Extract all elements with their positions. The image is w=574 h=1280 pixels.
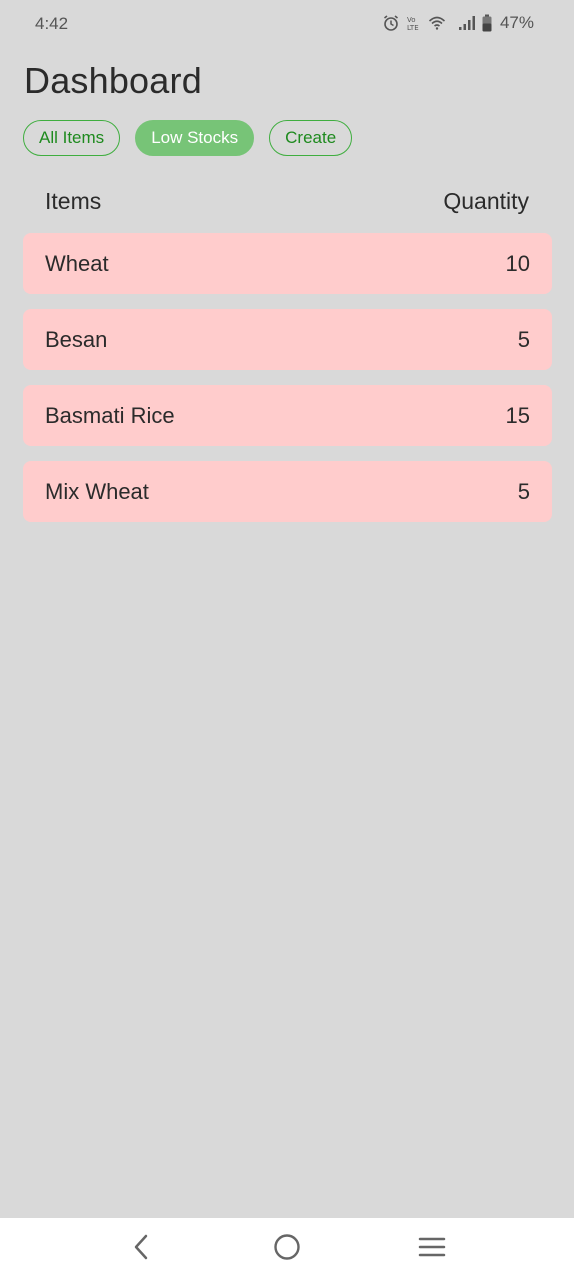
back-button[interactable] — [117, 1224, 167, 1274]
create-chip[interactable]: Create — [269, 120, 353, 156]
svg-text:LTE: LTE — [407, 24, 419, 32]
item-name: Wheat — [45, 250, 109, 276]
filter-chips: All Items Low Stocks Create — [23, 120, 353, 156]
item-quantity: 5 — [517, 326, 530, 352]
alarm-icon — [382, 14, 400, 32]
table-header: Items Quantity — [45, 188, 529, 215]
table-row[interactable]: Besan 5 — [23, 309, 552, 370]
status-bar: 4:42 Vo LTE 47% — [0, 0, 574, 48]
item-name: Besan — [45, 326, 108, 352]
table-row[interactable]: Basmati Rice 15 — [23, 385, 552, 446]
low-stocks-chip[interactable]: Low Stocks — [135, 120, 255, 156]
battery-percentage: 47% — [499, 13, 534, 32]
svg-text:Vo: Vo — [407, 16, 416, 24]
page-title: Dashboard — [24, 60, 202, 101]
item-list: Wheat 10 Besan 5 Basmati Rice 15 Mix Whe… — [23, 233, 552, 537]
item-name: Mix Wheat — [45, 478, 149, 504]
battery-icon — [482, 14, 492, 32]
home-button[interactable] — [262, 1224, 312, 1274]
home-icon — [273, 1233, 301, 1266]
item-quantity: 15 — [505, 402, 530, 428]
wifi-icon — [428, 14, 446, 32]
table-row[interactable]: Wheat 10 — [23, 233, 552, 294]
recent-apps-button[interactable] — [407, 1224, 457, 1274]
back-icon — [131, 1233, 153, 1266]
all-items-chip[interactable]: All Items — [23, 120, 121, 156]
quantity-column-header: Quantity — [443, 188, 529, 214]
item-quantity: 5 — [517, 478, 530, 504]
table-row[interactable]: Mix Wheat 5 — [23, 461, 552, 522]
signal-icon — [458, 14, 476, 32]
recent-apps-icon — [418, 1235, 446, 1264]
volte-icon: Vo LTE — [406, 14, 422, 32]
item-name: Basmati Rice — [45, 402, 175, 428]
status-icons: Vo LTE 47% — [382, 12, 534, 34]
status-time: 4:42 — [35, 14, 69, 33]
items-column-header: Items — [45, 188, 102, 214]
item-quantity: 10 — [505, 250, 530, 276]
system-nav-bar — [0, 1218, 574, 1280]
